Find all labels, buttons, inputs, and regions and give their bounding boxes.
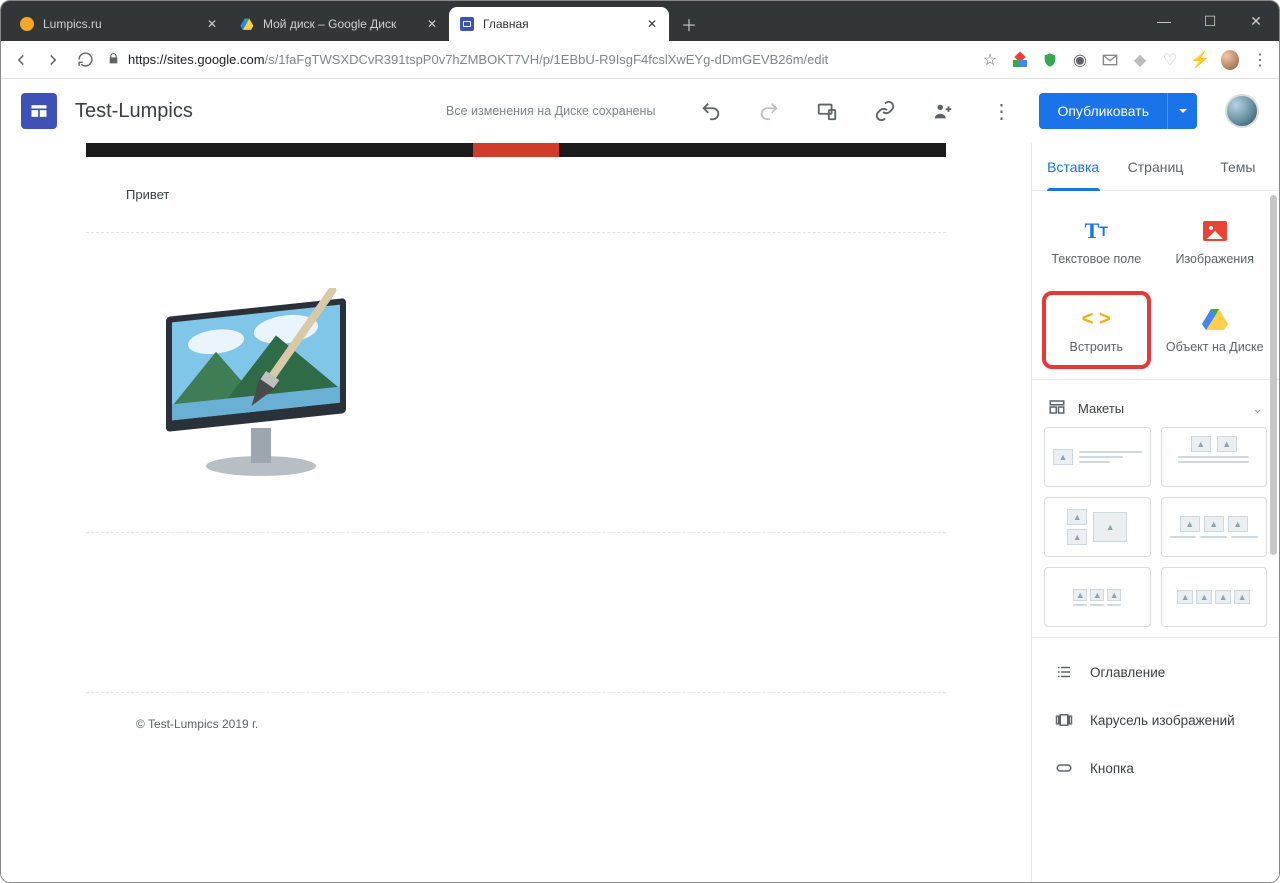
tile-label: Изображения [1175, 252, 1254, 266]
extension-icon[interactable]: ⚡ [1191, 51, 1209, 69]
image-icon [1202, 218, 1228, 244]
empty-section[interactable] [86, 533, 946, 693]
panel-tab-pages[interactable]: Страниц [1114, 143, 1196, 190]
sites-logo-icon[interactable] [21, 93, 57, 129]
text-section[interactable]: Привет [86, 157, 946, 233]
insert-textbox-tile[interactable]: TT Текстовое поле [1042, 203, 1151, 281]
layout-option[interactable]: ▲▲▲ [1161, 497, 1268, 557]
embed-icon: < > [1083, 306, 1109, 332]
right-panel: Вставка Страниц Темы TT Текстовое поле И… [1031, 143, 1279, 883]
url-domain: https://sites.google.com [128, 52, 265, 67]
panel-scrollbar-thumb[interactable] [1270, 195, 1277, 555]
preview-button[interactable] [807, 91, 847, 131]
tab-title: Lumpics.ru [43, 17, 197, 31]
more-label: Оглавление [1090, 665, 1165, 680]
tab-title: Мой диск – Google Диск [263, 17, 417, 31]
undo-button[interactable] [691, 91, 731, 131]
browser-toolbar: https://sites.google.com/s/1faFgTWSXDCvR… [1, 41, 1279, 79]
layout-option[interactable]: ▲▲▲ [1044, 497, 1151, 557]
greeting-text: Привет [126, 187, 169, 202]
browser-tab[interactable]: Мой диск – Google Диск ✕ [229, 7, 449, 41]
window-minimize-button[interactable]: — [1141, 1, 1187, 41]
insert-button-item[interactable]: Кнопка [1042, 744, 1269, 792]
footer-section[interactable]: © Test-Lumpics 2019 г. [86, 693, 946, 755]
insert-images-tile[interactable]: Изображения [1161, 203, 1270, 281]
address-bar[interactable]: https://sites.google.com/s/1faFgTWSXDCvR… [107, 52, 969, 68]
tab-title: Главная [483, 17, 637, 31]
layout-option[interactable]: ▲▲▲ [1044, 567, 1151, 627]
button-icon [1054, 758, 1074, 778]
tab-close-icon[interactable]: ✕ [425, 17, 439, 31]
extension-icon[interactable]: ◉ [1071, 51, 1089, 69]
back-button[interactable] [11, 50, 31, 70]
carousel-icon [1054, 710, 1074, 730]
browser-tab-active[interactable]: Главная ✕ [449, 7, 669, 41]
extension-icon[interactable] [1011, 51, 1029, 69]
favicon-lumpics [19, 16, 35, 32]
tile-label: Текстовое поле [1051, 252, 1141, 266]
layouts-icon [1048, 398, 1066, 419]
url-path: /s/1faFgTWSXDCvR391tspP0v7hZMBOKT7VH/p/1… [265, 52, 829, 67]
layout-option[interactable]: ▲ [1044, 427, 1151, 487]
more-label: Карусель изображений [1090, 713, 1235, 728]
browser-tab[interactable]: Lumpics.ru ✕ [9, 7, 229, 41]
tile-label: Объект на Диске [1166, 340, 1264, 354]
more-label: Кнопка [1090, 761, 1134, 776]
publish-button-group: Опубликовать [1039, 93, 1197, 129]
insert-toc-item[interactable]: Оглавление [1042, 648, 1269, 696]
layouts-label: Макеты [1078, 401, 1124, 416]
image-section[interactable] [86, 233, 946, 533]
save-status-text: Все изменения на Диске сохранены [446, 104, 655, 118]
extension-icon[interactable]: ◆ [1131, 51, 1149, 69]
shield-icon[interactable] [1041, 51, 1059, 69]
profile-avatar-icon[interactable] [1221, 51, 1239, 69]
link-button[interactable] [865, 91, 905, 131]
reload-button[interactable] [75, 50, 95, 70]
publish-dropdown-button[interactable] [1167, 93, 1197, 129]
panel-tab-insert[interactable]: Вставка [1032, 143, 1114, 190]
tab-close-icon[interactable]: ✕ [205, 17, 219, 31]
textbox-icon: TT [1083, 218, 1109, 244]
insert-drive-tile[interactable]: Объект на Диске [1161, 291, 1270, 369]
collapse-icon[interactable]: ⌄ [1252, 401, 1263, 417]
tab-close-icon[interactable]: ✕ [645, 17, 659, 31]
window-maximize-button[interactable]: ☐ [1187, 1, 1233, 41]
redo-button[interactable] [749, 91, 789, 131]
chrome-menu-icon[interactable]: ⋮ [1251, 51, 1269, 69]
star-icon[interactable]: ☆ [981, 51, 999, 69]
footer-text: © Test-Lumpics 2019 г. [136, 717, 258, 731]
monitor-illustration [156, 288, 356, 478]
insert-carousel-item[interactable]: Карусель изображений [1042, 696, 1269, 744]
lock-icon [107, 52, 120, 68]
layout-option[interactable]: ▲▲▲▲ [1161, 567, 1268, 627]
app-header: Test-Lumpics Все изменения на Диске сохр… [1, 79, 1279, 143]
share-button[interactable] [923, 91, 963, 131]
new-tab-button[interactable]: ＋ [675, 10, 703, 38]
layout-option[interactable]: ▲▲ [1161, 427, 1268, 487]
header-banner[interactable] [86, 143, 946, 157]
publish-button[interactable]: Опубликовать [1039, 93, 1167, 129]
toc-icon [1054, 662, 1074, 682]
window-close-button[interactable]: ✕ [1233, 1, 1279, 41]
layouts-header[interactable]: Макеты ⌄ [1042, 390, 1269, 427]
panel-tab-themes[interactable]: Темы [1197, 143, 1279, 190]
more-button[interactable]: ⋮ [981, 91, 1021, 131]
favicon-sites [459, 16, 475, 32]
extension-icon[interactable]: ♡ [1161, 51, 1179, 69]
account-avatar[interactable] [1225, 94, 1259, 128]
forward-button[interactable] [43, 50, 63, 70]
favicon-drive [239, 16, 255, 32]
browser-titlebar: Lumpics.ru ✕ Мой диск – Google Диск ✕ Гл… [1, 1, 1279, 41]
editor-canvas[interactable]: Привет [1, 143, 1031, 883]
drive-icon [1202, 306, 1228, 332]
mail-icon[interactable] [1101, 51, 1119, 69]
site-title[interactable]: Test-Lumpics [75, 100, 193, 123]
insert-embed-tile[interactable]: < > Встроить [1042, 291, 1151, 369]
tile-label: Встроить [1070, 340, 1123, 354]
